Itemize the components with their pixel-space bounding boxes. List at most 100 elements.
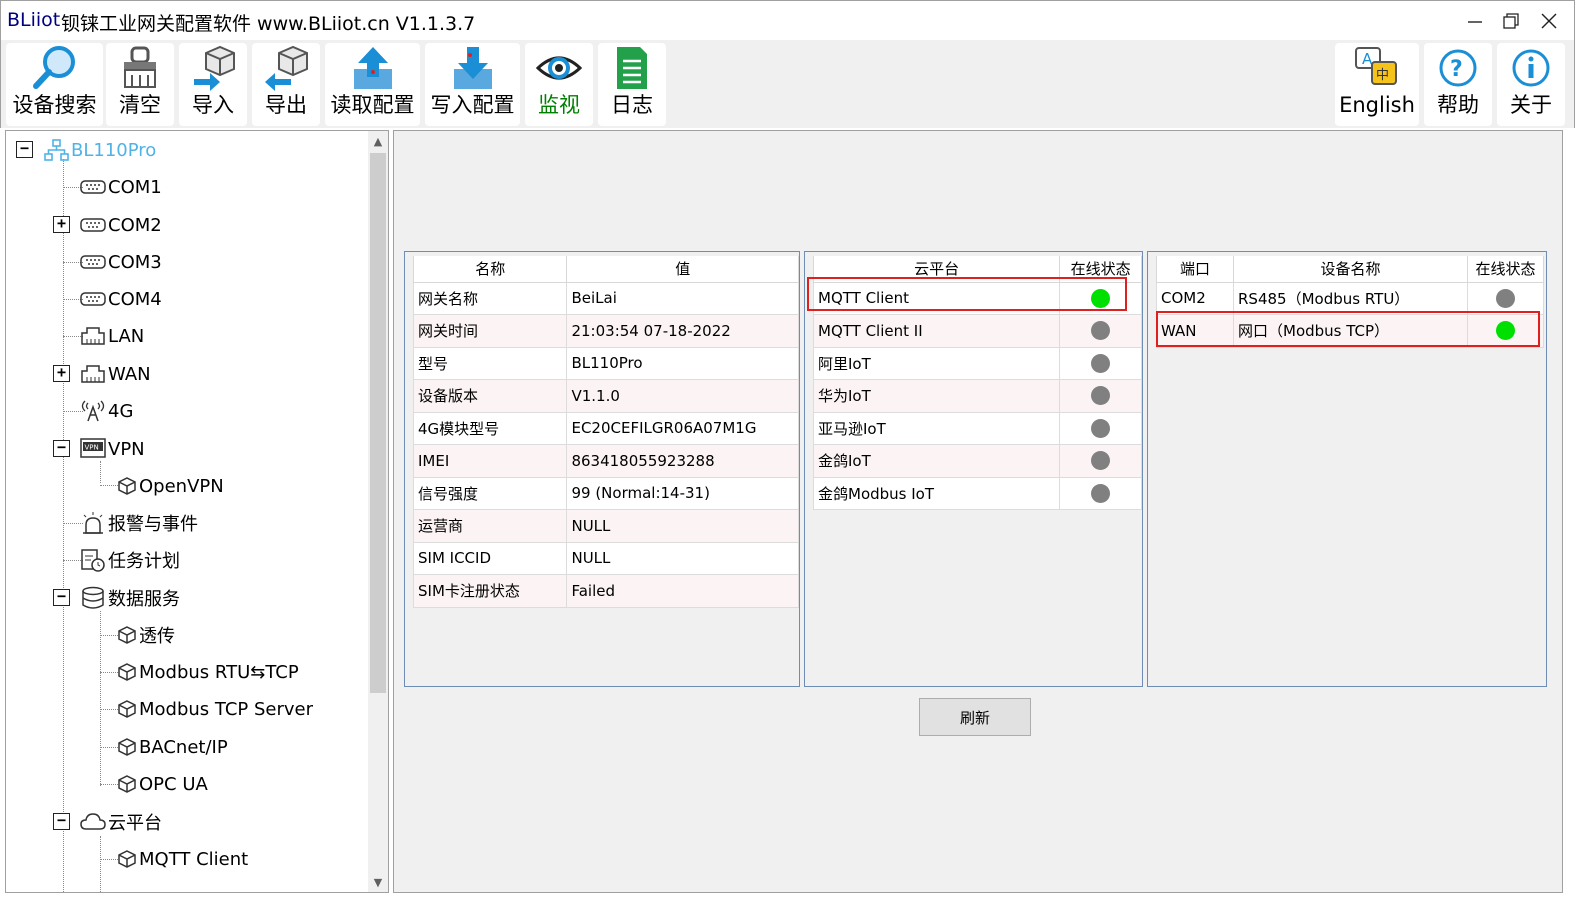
table-row[interactable]: 设备版本 V1.1.0 — [412, 379, 799, 413]
column-header-device[interactable]: 设备名称 — [1233, 256, 1468, 283]
write-config-button[interactable]: 写入配置 — [425, 43, 520, 126]
scroll-up-icon[interactable]: ▲ — [368, 131, 388, 151]
tree-item-com2[interactable]: COM2 — [79, 210, 162, 240]
info-name-cell[interactable]: 网关名称 — [412, 281, 568, 315]
info-value-cell[interactable]: NULL — [566, 509, 799, 543]
info-value-cell[interactable]: V1.1.0 — [566, 379, 799, 413]
cloud-name-cell[interactable]: MQTT Client II — [812, 314, 1061, 348]
tree-item-task-schedule[interactable]: 任务计划 — [79, 545, 180, 575]
info-value-cell[interactable]: NULL — [566, 541, 799, 575]
export-button[interactable]: 导出 — [252, 43, 320, 126]
tree-item-openvpn[interactable]: OpenVPN — [116, 471, 224, 501]
tree-item-com1[interactable]: COM1 — [79, 172, 162, 202]
table-row[interactable]: MQTT Client II — [812, 314, 1142, 348]
collapse-cloud-toggle[interactable]: − — [53, 813, 70, 830]
cloud-online-cell[interactable] — [1059, 346, 1142, 380]
tree-root-bl110pro[interactable]: BL110Pro — [42, 135, 156, 165]
device-name-cell[interactable]: RS485（Modbus RTU） — [1233, 281, 1468, 315]
table-row[interactable]: 4G模块型号 EC20CEFILGR06A07M1G — [412, 411, 799, 445]
tree-item-mqtt-client[interactable]: MQTT Client — [116, 844, 248, 874]
tree-item-alarm[interactable]: 报警与事件 — [79, 508, 198, 538]
table-row[interactable]: 网关名称 BeiLai — [412, 281, 799, 315]
column-header-value[interactable]: 值 — [566, 256, 799, 283]
port-cell[interactable]: COM2 — [1156, 281, 1234, 315]
info-value-cell[interactable]: Failed — [566, 574, 799, 608]
monitor-button[interactable]: 监视 — [525, 43, 593, 126]
info-name-cell[interactable]: 型号 — [412, 346, 568, 380]
cloud-name-cell[interactable]: 阿里IoT — [812, 346, 1061, 380]
table-row[interactable]: 网关时间 21:03:54 07-18-2022 — [412, 314, 799, 348]
tree-item-com3[interactable]: COM3 — [79, 247, 162, 277]
english-button[interactable]: A 中 English — [1335, 43, 1419, 126]
table-row[interactable]: IMEI 863418055923288 — [412, 444, 799, 478]
info-name-cell[interactable]: 运营商 — [412, 509, 568, 543]
cloud-online-cell[interactable] — [1059, 314, 1142, 348]
info-name-cell[interactable]: SIM卡注册状态 — [412, 574, 568, 608]
cloud-online-cell[interactable] — [1059, 476, 1142, 510]
tree-item-vpn[interactable]: VPN VPN — [79, 434, 145, 464]
refresh-button[interactable]: 刷新 — [919, 698, 1031, 736]
info-value-cell[interactable]: BL110Pro — [566, 346, 799, 380]
read-config-button[interactable]: 读取配置 — [325, 43, 420, 126]
collapse-root-toggle[interactable]: − — [16, 141, 33, 158]
info-name-cell[interactable]: SIM ICCID — [412, 541, 568, 575]
column-header-port[interactable]: 端口 — [1156, 256, 1234, 283]
table-row[interactable]: COM2 RS485（Modbus RTU） — [1156, 281, 1544, 315]
help-button[interactable]: ? 帮助 — [1424, 43, 1492, 126]
collapse-data-service-toggle[interactable]: − — [53, 589, 70, 606]
tree-item-4g[interactable]: 4G — [79, 396, 133, 426]
table-row[interactable]: 信号强度 99 (Normal:14-31) — [412, 476, 799, 510]
cloud-online-cell[interactable] — [1059, 411, 1142, 445]
info-value-cell[interactable]: EC20CEFILGR06A07M1G — [566, 411, 799, 445]
table-row[interactable]: 金鸽Modbus IoT — [812, 476, 1142, 510]
tree-item-lan[interactable]: LAN — [79, 321, 144, 351]
info-value-cell[interactable]: 99 (Normal:14-31) — [566, 476, 799, 510]
clear-button[interactable]: 清空 — [106, 43, 174, 126]
minimize-button[interactable] — [1457, 5, 1493, 37]
about-button[interactable]: 关于 — [1497, 43, 1565, 126]
tree-item-wan[interactable]: WAN — [79, 359, 151, 389]
tree-item-bacnet[interactable]: BACnet/IP — [116, 732, 228, 762]
column-header-port-online[interactable]: 在线状态 — [1467, 256, 1544, 283]
scroll-thumb[interactable] — [370, 153, 386, 693]
tree-item-passthrough[interactable]: 透传 — [116, 620, 175, 650]
maximize-button[interactable] — [1493, 5, 1529, 37]
cloud-name-cell[interactable]: 华为IoT — [812, 379, 1061, 413]
info-name-cell[interactable]: 信号强度 — [412, 476, 568, 510]
tree-item-cloud[interactable]: 云平台 — [79, 807, 162, 837]
cloud-name-cell[interactable]: 金鸽Modbus IoT — [812, 476, 1061, 510]
device-search-button[interactable]: 设备搜索 — [6, 43, 103, 126]
tree-item-data-service[interactable]: 数据服务 — [79, 583, 180, 613]
column-header-name[interactable]: 名称 — [412, 256, 568, 283]
table-row[interactable]: 阿里IoT — [812, 346, 1142, 380]
info-name-cell[interactable]: 设备版本 — [412, 379, 568, 413]
cloud-online-cell[interactable] — [1059, 379, 1142, 413]
close-button[interactable] — [1531, 5, 1567, 37]
table-row[interactable]: SIM ICCID NULL — [412, 541, 799, 575]
info-value-cell[interactable]: 21:03:54 07-18-2022 — [566, 314, 799, 348]
tree-item-modbus-rtu-tcp[interactable]: Modbus RTU⇆TCP — [116, 657, 299, 687]
info-value-cell[interactable]: 863418055923288 — [566, 444, 799, 478]
scroll-down-icon[interactable]: ▼ — [368, 872, 388, 892]
table-row[interactable]: 华为IoT — [812, 379, 1142, 413]
tree-item-com4[interactable]: COM4 — [79, 284, 162, 314]
table-row[interactable]: 运营商 NULL — [412, 509, 799, 543]
table-row[interactable]: 金鸽IoT — [812, 444, 1142, 478]
expand-wan-toggle[interactable]: + — [53, 365, 70, 382]
table-row[interactable]: SIM卡注册状态 Failed — [412, 574, 799, 608]
collapse-vpn-toggle[interactable]: − — [53, 440, 70, 457]
log-button[interactable]: 日志 — [598, 43, 666, 126]
cloud-online-cell[interactable] — [1059, 444, 1142, 478]
table-row[interactable]: 型号 BL110Pro — [412, 346, 799, 380]
expand-com2-toggle[interactable]: + — [53, 216, 70, 233]
tree-scrollbar[interactable]: ▲ ▼ — [368, 131, 388, 892]
tree-item-modbus-tcp-server[interactable]: Modbus TCP Server — [116, 694, 313, 724]
info-name-cell[interactable]: 网关时间 — [412, 314, 568, 348]
info-name-cell[interactable]: 4G模块型号 — [412, 411, 568, 445]
table-row[interactable]: 亚马逊IoT — [812, 411, 1142, 445]
cloud-name-cell[interactable]: 亚马逊IoT — [812, 411, 1061, 445]
info-name-cell[interactable]: IMEI — [412, 444, 568, 478]
port-online-cell[interactable] — [1467, 281, 1544, 315]
cloud-name-cell[interactable]: 金鸽IoT — [812, 444, 1061, 478]
info-value-cell[interactable]: BeiLai — [566, 281, 799, 315]
